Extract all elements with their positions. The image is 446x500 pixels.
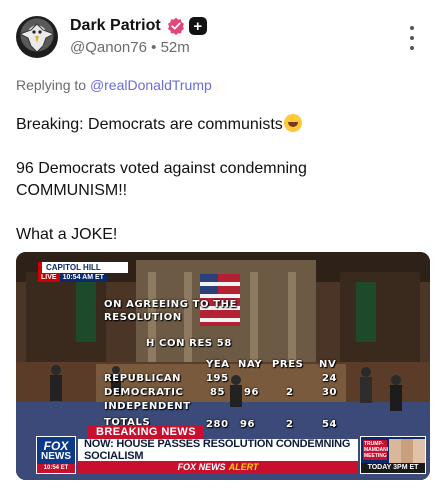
- vote-measure: H CON RES 58: [146, 338, 232, 349]
- meta-separator: •: [151, 39, 157, 56]
- news-headline: NOW: HOUSE PASSES RESOLUTION CONDEMNING …: [78, 438, 358, 462]
- promo-time: TODAY 3PM ET: [361, 463, 425, 473]
- reply-prefix: Replying to: [16, 77, 87, 93]
- fox-news-logo: FOX NEWS 10:54 ET: [36, 436, 76, 474]
- vote-row-republican: REPUBLICAN: [104, 373, 182, 384]
- capitol-hill-label: CAPITOL HILL: [38, 262, 128, 273]
- verified-badge-icon: [167, 17, 184, 35]
- vote-tot-pres: 2: [286, 419, 294, 430]
- author-meta: @Qanon76 • 52m: [70, 39, 190, 56]
- fox-news-alert-bar: FOX NEWS ALERT: [78, 461, 358, 473]
- vote-col-yea: YEA: [206, 359, 230, 370]
- reply-mention-link[interactable]: @realDonaldTrump: [90, 77, 212, 93]
- rofl-emoji-icon: [283, 114, 302, 132]
- vote-tot-nv: 54: [322, 419, 338, 430]
- post-text-line1: Breaking: Democrats are communists: [16, 116, 283, 133]
- vote-col-pres: PRES: [272, 359, 304, 370]
- plus-badge-icon: +: [188, 17, 207, 35]
- vote-col-nay: NAY: [238, 359, 263, 370]
- vote-rep-yea: 195: [206, 373, 229, 384]
- author-name-row: Dark Patriot +: [70, 17, 207, 35]
- capitol-hill-tag: CAPITOL HILL LIVE 10:54 AM ET: [38, 262, 128, 282]
- more-options-icon[interactable]: [405, 26, 419, 50]
- vote-dem-nay: 96: [244, 387, 260, 398]
- post-text-line3: COMMUNISM!!: [16, 182, 128, 199]
- vote-rep-nv: 24: [322, 373, 338, 384]
- fox-logo-line2: NEWS: [41, 451, 71, 462]
- reply-context: Replying to @realDonaldTrump: [16, 77, 212, 93]
- live-badge: LIVE: [38, 273, 60, 282]
- promo-faces-image: [389, 439, 425, 463]
- news-lower-third: FOX NEWS 10:54 ET NOW: HOUSE PASSES RESO…: [36, 436, 426, 474]
- vote-dem-nv: 30: [322, 387, 338, 398]
- post-text-line4: What a JOKE!: [16, 226, 118, 243]
- post-line: Breaking: Democrats are communists: [16, 114, 426, 136]
- post-card: Dark Patriot + @Qanon76 • 52m Replying t…: [0, 0, 446, 500]
- vote-title-line1: ON AGREEING TO THE: [104, 299, 238, 310]
- vote-tot-nay: 96: [240, 419, 256, 430]
- promo-tag: TRUMP-MAMDANI MEETING: [363, 440, 389, 460]
- alert-word: ALERT: [228, 462, 259, 472]
- vote-dem-yea: 85: [210, 387, 226, 398]
- post-timestamp[interactable]: 52m: [161, 39, 190, 56]
- fox-logo-time: 10:54 ET: [37, 464, 75, 473]
- post-media-image[interactable]: CAPITOL HILL LIVE 10:54 AM ET ON AGREEIN…: [16, 252, 430, 480]
- vote-row-democratic: DEMOCRATIC: [104, 387, 184, 398]
- post-body: Breaking: Democrats are communists 96 De…: [16, 114, 426, 246]
- post-text-line2: 96 Democrats voted against condemning: [16, 160, 307, 177]
- promo-box: TRUMP-MAMDANI MEETING TODAY 3PM ET: [360, 436, 426, 474]
- broadcast-clock: 10:54 AM ET: [59, 273, 107, 282]
- vote-col-nv: NV: [319, 359, 337, 370]
- vote-dem-pres: 2: [286, 387, 294, 398]
- author-handle[interactable]: @Qanon76: [70, 39, 147, 56]
- vote-tot-yea: 280: [206, 419, 229, 430]
- vote-title-line2: RESOLUTION: [104, 312, 182, 323]
- eagle-avatar-icon: [18, 23, 56, 53]
- author-avatar[interactable]: [16, 16, 58, 58]
- alert-brand: FOX NEWS: [177, 462, 226, 472]
- author-display-name[interactable]: Dark Patriot: [70, 17, 161, 35]
- vote-row-independent: INDEPENDENT: [104, 401, 191, 412]
